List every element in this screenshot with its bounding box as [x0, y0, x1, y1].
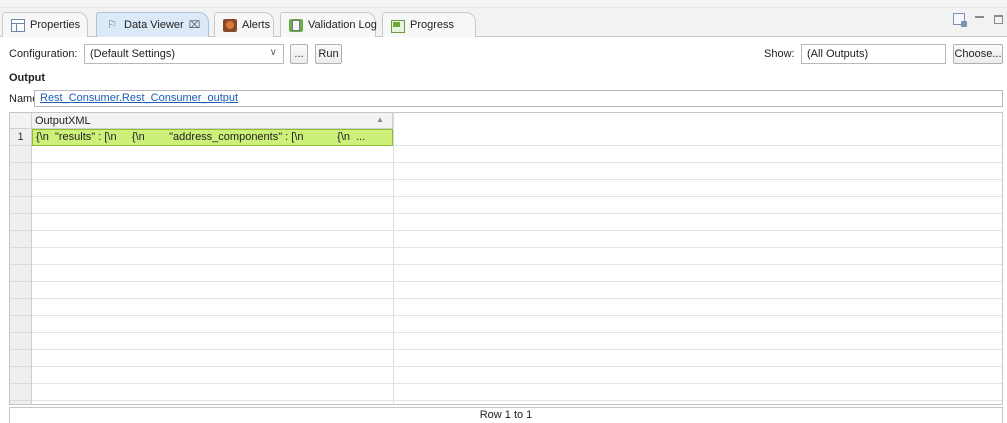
close-icon[interactable]: ⌧ — [189, 20, 201, 31]
show-label: Show: — [764, 48, 795, 60]
row-header — [10, 214, 32, 231]
properties-icon — [11, 18, 25, 32]
empty-row — [10, 367, 1002, 384]
outputxml-cell[interactable]: {\n "results" : [\n {\n "address_compone… — [32, 129, 393, 146]
empty-row — [10, 231, 1002, 248]
configuration-value: (Default Settings) — [90, 48, 175, 60]
output-title: Output — [9, 72, 46, 84]
sort-arrow-icon: ▲ — [376, 115, 384, 124]
tab-label: Progress — [410, 19, 455, 31]
maximize-icon[interactable] — [994, 14, 1003, 24]
choose-button[interactable]: Choose... — [953, 44, 1003, 64]
empty-row — [10, 214, 1002, 231]
tab-properties[interactable]: Properties — [2, 12, 88, 37]
table-row[interactable]: 1 {\n "results" : [\n {\n "address_compo… — [10, 129, 1002, 146]
row-header — [10, 316, 32, 333]
row-header — [10, 401, 32, 404]
empty-row — [10, 384, 1002, 401]
tab-progress[interactable]: Progress — [382, 12, 476, 37]
configuration-browse-button[interactable]: ... — [290, 44, 308, 64]
data-grid: OutputXML ▲ 1 {\n "results" : [\n {\n "a… — [9, 112, 1003, 405]
row-header — [10, 265, 32, 282]
empty-row — [10, 180, 1002, 197]
show-select[interactable]: (All Outputs) — [801, 44, 946, 64]
tab-label: Data Viewer — [124, 19, 184, 31]
data-viewer-icon: ⚐ — [107, 18, 117, 31]
empty-row — [10, 197, 1002, 214]
validation-log-icon — [289, 18, 303, 32]
row-header — [10, 299, 32, 316]
empty-row — [10, 248, 1002, 265]
grid-rows: 1 {\n "results" : [\n {\n "address_compo… — [10, 129, 1002, 404]
empty-row — [10, 316, 1002, 333]
output-name-link[interactable]: Rest_Consumer.Rest_Consumer_output — [40, 92, 238, 104]
tab-label: Alerts — [242, 19, 271, 31]
empty-row — [10, 146, 1002, 163]
tab-label: Properties — [30, 19, 81, 31]
row-header — [10, 384, 32, 401]
chevron-down-icon: ∨ — [269, 47, 277, 58]
run-button[interactable]: Run — [315, 44, 342, 64]
row-header — [10, 282, 32, 299]
configuration-label: Configuration: — [9, 48, 78, 60]
window-controls — [953, 13, 1003, 27]
tab-label: Validation Log — [308, 19, 377, 31]
row-header — [10, 333, 32, 350]
view-menu-icon[interactable] — [953, 13, 967, 27]
row-header — [10, 367, 32, 384]
minimize-icon[interactable] — [975, 15, 984, 19]
empty-row — [10, 350, 1002, 367]
row-header — [10, 350, 32, 367]
row-header — [10, 180, 32, 197]
row-header — [10, 231, 32, 248]
grid-corner[interactable] — [10, 113, 32, 129]
empty-row — [10, 163, 1002, 180]
tab-data-viewer[interactable]: ⚐ Data Viewer ⌧ — [96, 12, 209, 37]
tab-validation-log[interactable]: Validation Log — [280, 12, 377, 37]
show-value: (All Outputs) — [807, 48, 869, 60]
view-tab-bar: Properties ⚐ Data Viewer ⌧ Alerts Valida… — [0, 8, 1007, 37]
row-number: 1 — [10, 129, 32, 146]
empty-row — [10, 282, 1002, 299]
column-header-label: OutputXML — [35, 115, 91, 127]
empty-row — [10, 333, 1002, 350]
empty-row — [10, 265, 1002, 282]
empty-row — [10, 299, 1002, 316]
toolbar: Configuration: (Default Settings) ∨ ... … — [0, 38, 1007, 67]
row-header — [10, 248, 32, 265]
column-header-outputxml[interactable]: OutputXML ▲ — [32, 113, 393, 129]
output-name-field: Rest_Consumer.Rest_Consumer_output — [34, 90, 1003, 107]
configuration-select[interactable]: (Default Settings) ∨ — [84, 44, 284, 64]
top-strip — [0, 0, 1007, 8]
empty-row — [10, 401, 1002, 404]
progress-icon — [391, 19, 405, 33]
row-status: Row 1 to 1 — [9, 407, 1003, 423]
alerts-icon — [223, 18, 237, 32]
row-header — [10, 163, 32, 180]
row-header — [10, 197, 32, 214]
tab-alerts[interactable]: Alerts — [214, 12, 274, 37]
row-header — [10, 146, 32, 163]
